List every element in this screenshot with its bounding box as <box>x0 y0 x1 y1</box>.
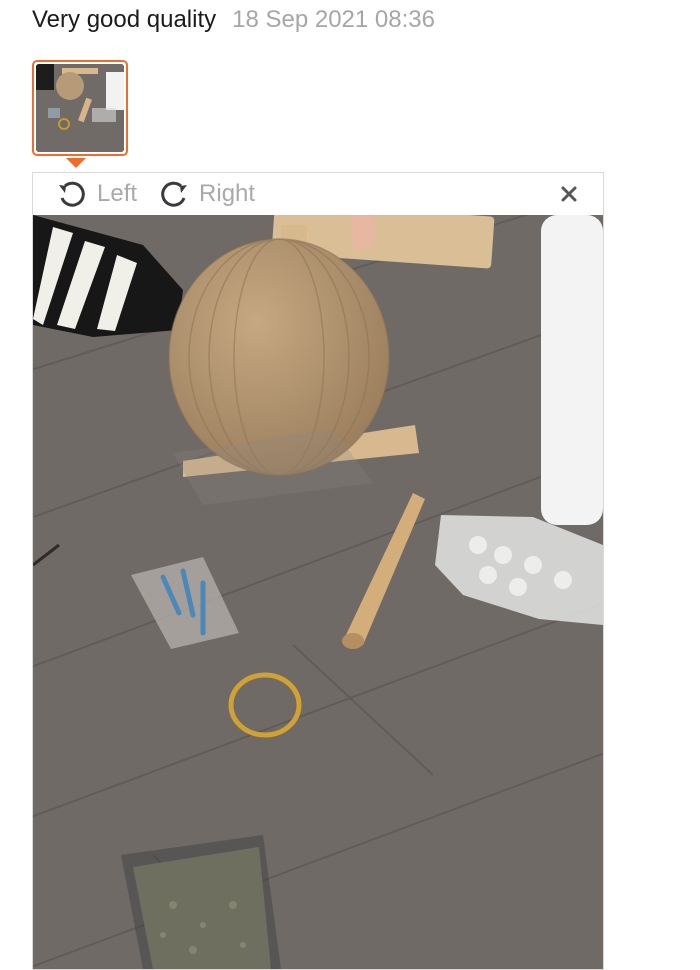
rotate-right-label: Right <box>199 180 256 207</box>
thumbnail-image <box>36 64 124 152</box>
image-viewer: Left Right <box>32 172 604 970</box>
review-date: 18 Sep 2021 08:36 <box>232 6 435 33</box>
viewer-toolbar: Left Right <box>33 173 603 215</box>
review-photo <box>33 215 603 969</box>
rotate-right-icon <box>161 181 188 207</box>
review-title: Very good quality <box>32 6 217 33</box>
rotate-left-button[interactable]: Left <box>55 177 137 211</box>
rotate-right-button[interactable]: Right <box>157 177 255 211</box>
close-icon[interactable] <box>557 182 581 206</box>
rotate-left-label: Left <box>97 180 138 207</box>
review-header: Very good quality 18 Sep 2021 08:36 <box>32 6 435 42</box>
thumbnail-photo-graphic <box>36 64 124 152</box>
review-photo-graphic <box>33 215 603 969</box>
rotate-left-icon <box>59 181 85 207</box>
photo-thumbnail[interactable] <box>32 60 128 156</box>
thumbnail-pointer <box>66 158 86 168</box>
